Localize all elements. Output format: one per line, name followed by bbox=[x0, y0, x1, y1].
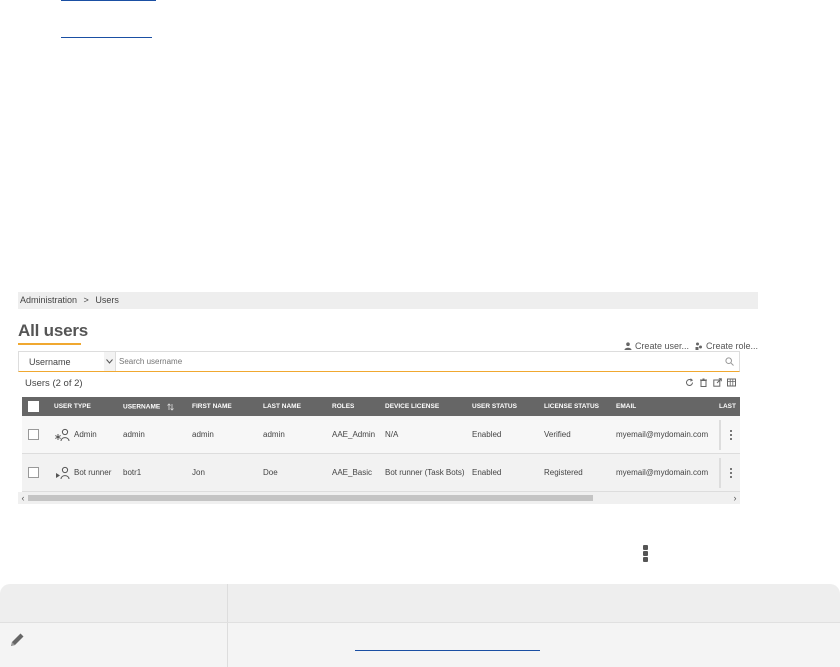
create-role-button[interactable]: Create role... bbox=[695, 341, 758, 351]
username-cell: admin bbox=[123, 430, 145, 439]
device-license-cell: Bot runner (Task Bots) bbox=[385, 468, 465, 477]
roles-cell: AAE_Admin bbox=[332, 430, 376, 439]
col-user-status[interactable]: USER STATUS bbox=[472, 403, 544, 410]
kebab-icon[interactable] bbox=[719, 419, 740, 450]
users-table: USER TYPE USERNAME FIRST NAME LAST NAME … bbox=[22, 397, 740, 505]
columns-icon[interactable] bbox=[727, 378, 736, 387]
create-user-button[interactable]: Create user... bbox=[624, 341, 689, 351]
col-license-status[interactable]: LICENSE STATUS bbox=[544, 403, 616, 410]
sort-icon[interactable] bbox=[167, 402, 174, 411]
col-device-license[interactable]: DEVICE LICENSE bbox=[385, 403, 472, 410]
table-header: USER TYPE USERNAME FIRST NAME LAST NAME … bbox=[22, 397, 740, 416]
users-screenshot-panel: Administration > Users All users Create … bbox=[18, 292, 758, 506]
doc-row-cell-1 bbox=[0, 623, 228, 667]
refresh-icon[interactable] bbox=[685, 378, 694, 387]
col-roles[interactable]: ROLES bbox=[332, 403, 385, 410]
select-all-checkbox[interactable] bbox=[28, 401, 39, 412]
kebab-icon bbox=[643, 545, 648, 562]
breadcrumb: Administration > Users bbox=[18, 292, 758, 309]
breadcrumb-current: Users bbox=[95, 295, 119, 305]
pencil-icon bbox=[11, 633, 24, 646]
results-count-row: Users (2 of 2) bbox=[18, 378, 740, 392]
email-cell: myemail@mydomain.com bbox=[616, 468, 709, 477]
doc-link-2[interactable] bbox=[61, 37, 152, 38]
user-type-cell: Bot runner bbox=[54, 465, 123, 481]
title-row: All users Create user... Create role... bbox=[18, 309, 758, 351]
first-name-cell: admin bbox=[192, 430, 214, 439]
doc-table-row bbox=[0, 622, 840, 667]
table-row[interactable]: Bot runner botr1 Jon Doe AAE_Basic Bot r… bbox=[22, 454, 740, 492]
horizontal-scrollbar[interactable]: ‹ › bbox=[18, 492, 740, 504]
scroll-right-icon[interactable]: › bbox=[730, 492, 740, 504]
trash-icon[interactable] bbox=[699, 378, 708, 387]
col-username[interactable]: USERNAME bbox=[123, 402, 192, 411]
results-count: Users (2 of 2) bbox=[25, 378, 83, 389]
role-icon bbox=[695, 342, 702, 350]
roles-cell: AAE_Basic bbox=[332, 468, 373, 477]
license-status-cell: Registered bbox=[544, 468, 583, 477]
license-status-cell: Verified bbox=[544, 430, 571, 439]
kebab-icon[interactable] bbox=[719, 457, 740, 488]
row-checkbox[interactable] bbox=[28, 429, 39, 440]
col-last-login[interactable]: LAST bbox=[719, 403, 740, 410]
first-name-cell: Jon bbox=[192, 468, 205, 477]
row-checkbox[interactable] bbox=[28, 467, 39, 478]
user-type-label: Admin bbox=[74, 430, 97, 439]
last-name-cell: admin bbox=[263, 430, 285, 439]
doc-table-header bbox=[0, 584, 840, 622]
doc-link-3[interactable] bbox=[355, 650, 540, 651]
search-icon[interactable] bbox=[723, 356, 735, 368]
bot-runner-icon bbox=[56, 466, 70, 479]
table-tools bbox=[685, 378, 736, 387]
user-status-cell: Enabled bbox=[472, 468, 502, 477]
scroll-left-icon[interactable]: ‹ bbox=[18, 492, 28, 504]
breadcrumb-root[interactable]: Administration bbox=[20, 295, 77, 305]
user-type-cell: Admin bbox=[54, 427, 123, 443]
device-license-cell: N/A bbox=[385, 430, 399, 439]
scrollbar-thumb[interactable] bbox=[28, 495, 593, 501]
create-role-label: Create role... bbox=[705, 341, 758, 351]
search-field-label: Username bbox=[29, 356, 71, 367]
doc-header-cell-1 bbox=[0, 584, 228, 622]
user-type-label: Bot runner bbox=[74, 468, 112, 477]
breadcrumb-separator: > bbox=[83, 295, 89, 305]
page-actions: Create user... Create role... bbox=[624, 341, 758, 351]
user-status-cell: Enabled bbox=[472, 430, 502, 439]
search-input[interactable] bbox=[119, 357, 723, 366]
table-row[interactable]: Admin admin admin admin AAE_Admin N/A En… bbox=[22, 416, 740, 454]
doc-row-cell-2 bbox=[228, 623, 840, 667]
col-first-name[interactable]: FIRST NAME bbox=[192, 403, 263, 410]
col-last-name[interactable]: LAST NAME bbox=[263, 403, 332, 410]
col-email[interactable]: EMAIL bbox=[616, 403, 719, 410]
last-name-cell: Doe bbox=[263, 468, 278, 477]
col-user-type[interactable]: USER TYPE bbox=[54, 403, 123, 410]
search-field-select[interactable]: Username bbox=[19, 352, 116, 371]
doc-header-cell-2 bbox=[228, 584, 840, 622]
col-username-label: USERNAME bbox=[123, 403, 161, 411]
page-title: All users bbox=[18, 321, 89, 340]
username-cell: botr1 bbox=[123, 468, 142, 477]
user-icon bbox=[624, 342, 632, 350]
doc-link-1[interactable] bbox=[61, 0, 156, 1]
doc-table bbox=[0, 584, 840, 667]
email-cell: myemail@mydomain.com bbox=[616, 430, 709, 439]
title-underline bbox=[18, 343, 81, 345]
admin-user-icon bbox=[55, 428, 70, 441]
search-bar: Username bbox=[18, 351, 740, 372]
chevron-down-icon[interactable] bbox=[104, 352, 116, 371]
create-user-label: Create user... bbox=[634, 341, 689, 351]
export-icon[interactable] bbox=[713, 378, 722, 387]
